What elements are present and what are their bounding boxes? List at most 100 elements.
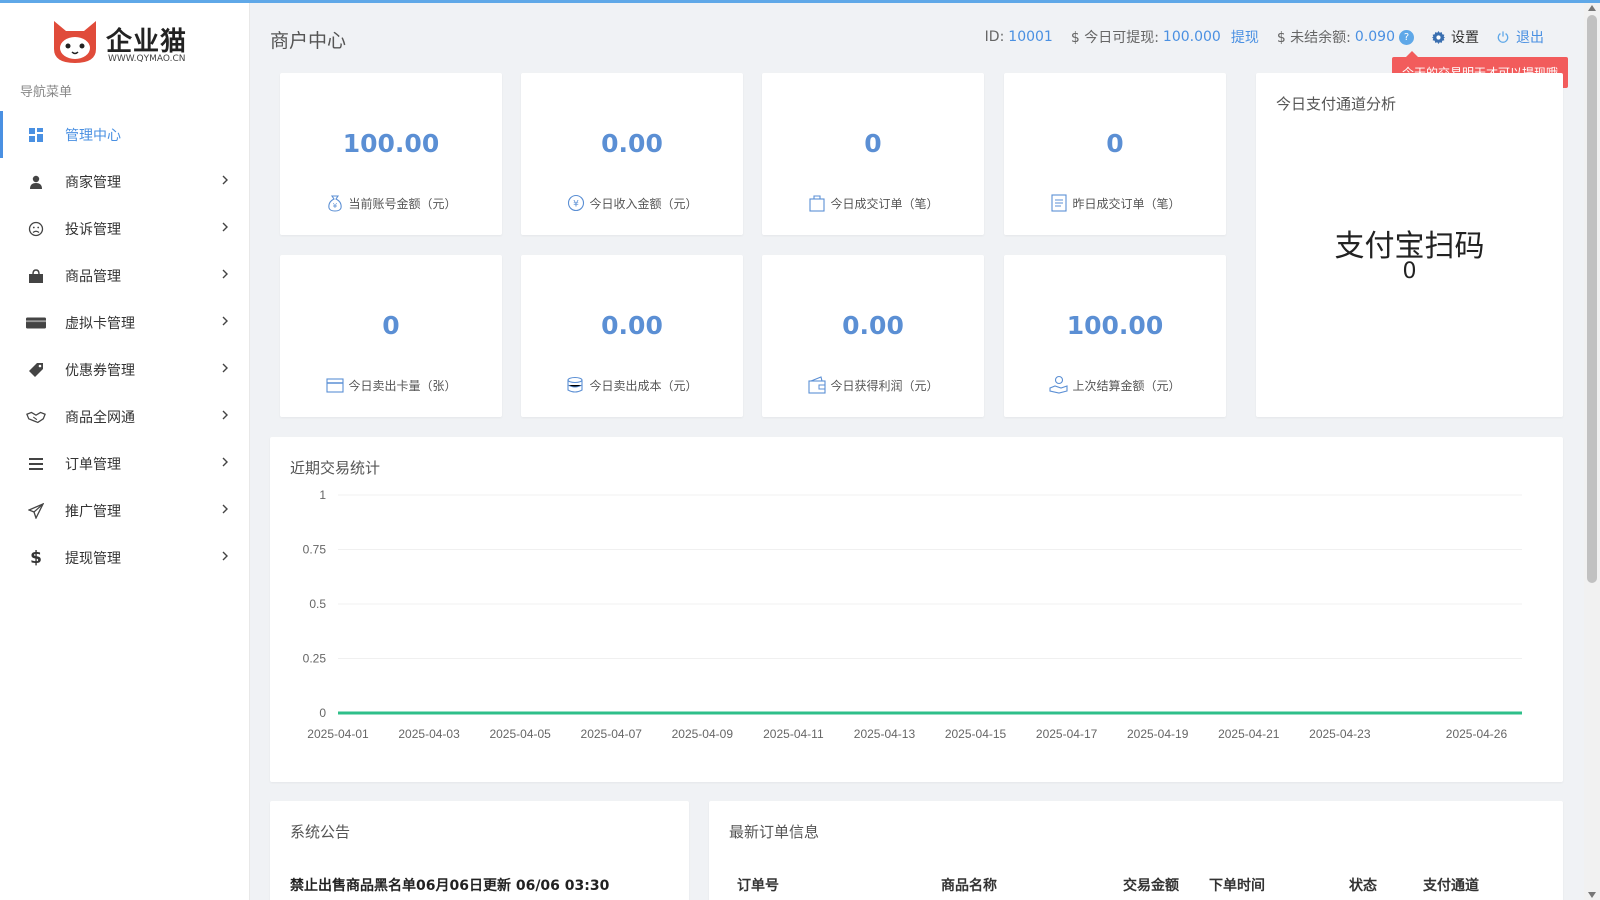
- stat-label: 今日收入金额（元）: [589, 196, 698, 211]
- stat-label-row: ¥ 当前账号金额（元）: [280, 193, 502, 213]
- sidebar-item-label: 虚拟卡管理: [65, 315, 135, 332]
- credit-card-icon: [26, 313, 46, 333]
- sidebar-item-products[interactable]: 商品管理: [0, 252, 249, 299]
- help-icon[interactable]: ?: [1399, 29, 1414, 45]
- scrollbar-thumb[interactable]: [1587, 15, 1597, 583]
- sidebar-item-label: 推广管理: [65, 503, 121, 520]
- logout-label: 退出: [1516, 30, 1544, 46]
- y-tick-label: 0.75: [303, 543, 327, 557]
- sidebar-item-label: 提现管理: [65, 550, 121, 567]
- stat-value: 100.00: [342, 129, 440, 158]
- sidebar-item-label: 商品全网通: [65, 409, 135, 426]
- coin-stack-icon: [567, 376, 584, 393]
- sidebar-item-network[interactable]: 商品全网通: [0, 393, 249, 440]
- orders-card: 最新订单信息 订单号 商品名称 交易金额 下单时间 状态 支付通道: [709, 801, 1563, 900]
- gear-icon: [1432, 30, 1445, 44]
- stat-card-yesterday-orders: 0 昨日成交订单（笔）: [1004, 73, 1226, 235]
- orders-table-header: 订单号 商品名称 交易金额 下单时间 状态 支付通道: [729, 875, 1543, 895]
- x-tick-label: 2025-04-19: [1127, 727, 1189, 741]
- col-product-name: 商品名称: [941, 878, 997, 894]
- stat-label-row: 上次结算金额（元）: [1004, 375, 1226, 395]
- x-tick-label: 2025-04-17: [1036, 727, 1098, 741]
- chevron-right-icon: [222, 410, 228, 420]
- stat-label-row: 今日获得利润（元）: [762, 375, 984, 395]
- merchant-id-label: ID:: [984, 29, 1005, 45]
- handshake-icon: [26, 407, 46, 427]
- merchant-id-value: 10001: [1008, 29, 1053, 45]
- scroll-down-arrow-icon[interactable]: [1588, 892, 1596, 898]
- x-tick-label: 2025-04-26: [1446, 727, 1508, 741]
- user-icon: [26, 172, 46, 192]
- page-title: 商户中心: [270, 30, 347, 52]
- scroll-up-arrow-icon[interactable]: [1588, 5, 1596, 11]
- stat-value: 0.00: [601, 311, 663, 340]
- stat-value: 0: [864, 129, 882, 158]
- sidebar-item-merchants[interactable]: 商家管理: [0, 158, 249, 205]
- withdrawable-value: 100.000: [1162, 29, 1221, 45]
- col-order-time: 下单时间: [1209, 878, 1265, 894]
- brand-logo[interactable]: 企业猫 WWW.QYMAO.CN: [50, 19, 200, 69]
- account-summary: ID: 10001 $ 今日可提现: 100.000 提现 $ 未结余额: 0.…: [985, 27, 1544, 47]
- stat-value: 0.00: [601, 129, 663, 158]
- sidebar-item-coupons[interactable]: 优惠券管理: [0, 346, 249, 393]
- stat-card-last-settlement: 100.00 上次结算金额（元）: [1004, 255, 1226, 417]
- page-scrollbar[interactable]: [1584, 3, 1600, 900]
- chevron-right-icon: [222, 222, 228, 232]
- card-icon: [326, 378, 345, 393]
- nav-menu: 管理中心 商家管理 投诉管理 商品管理 虚拟卡管理 优惠券管理 商品全网通 订单…: [0, 111, 249, 581]
- col-status: 状态: [1349, 878, 1377, 894]
- chevron-right-icon: [222, 316, 228, 326]
- stat-card-today-income: 0.00 ¥ 今日收入金额（元）: [521, 73, 743, 235]
- yuan-coin-icon: ¥: [568, 194, 585, 212]
- power-icon: [1497, 31, 1509, 43]
- x-tick-label: 2025-04-09: [672, 727, 734, 741]
- sidebar-item-dashboard[interactable]: 管理中心: [0, 111, 249, 158]
- stat-card-cards-sold: 0 今日卖出卡量（张）: [280, 255, 502, 417]
- sad-face-icon: [26, 219, 46, 239]
- notice-item[interactable]: 禁止出售商品黑名单06月06日更新 06/06 03:30: [290, 875, 609, 895]
- sidebar-item-label: 商家管理: [65, 174, 121, 191]
- chevron-right-icon: [222, 269, 228, 279]
- trend-chart: 0 0.25 0.5 0.75 1 2025-04-01 2025-04-03 2025-0…: [303, 488, 1522, 741]
- shopping-bag-icon: [26, 266, 46, 286]
- stat-card-balance: 100.00 ¥ 当前账号金额（元）: [280, 73, 502, 235]
- stat-label-row: 今日卖出卡量（张）: [280, 375, 502, 395]
- sidebar-item-label: 优惠券管理: [65, 362, 135, 379]
- stat-label-row: 今日卖出成本（元）: [521, 375, 743, 395]
- logout-button[interactable]: 退出: [1497, 27, 1544, 47]
- x-tick-label: 2025-04-23: [1309, 727, 1371, 741]
- settings-button[interactable]: 设置: [1432, 27, 1479, 47]
- sidebar-item-complaints[interactable]: 投诉管理: [0, 205, 249, 252]
- unsettled-label: $ 未结余额:: [1276, 30, 1351, 46]
- order-bag-icon: [809, 195, 826, 212]
- stat-label: 今日卖出成本（元）: [589, 378, 698, 393]
- stat-label: 上次结算金额（元）: [1072, 378, 1181, 393]
- channel-title: 今日支付通道分析: [1276, 95, 1397, 113]
- sidebar-item-withdrawals[interactable]: $ 提现管理: [0, 534, 249, 581]
- sidebar-item-promotion[interactable]: 推广管理: [0, 487, 249, 534]
- stat-label-row: ¥ 今日收入金额（元）: [521, 193, 743, 213]
- unsettled-value: 0.090: [1354, 29, 1395, 45]
- payment-channel-card: 今日支付通道分析 支付宝扫码 0: [1256, 73, 1563, 417]
- col-order-no: 订单号: [737, 878, 779, 894]
- sidebar-item-label: 商品管理: [65, 268, 121, 285]
- sidebar-item-label: 订单管理: [65, 456, 121, 473]
- x-tick-label: 2025-04-05: [489, 727, 551, 741]
- list-icon: [26, 454, 46, 474]
- withdraw-link[interactable]: 提现: [1231, 27, 1259, 47]
- x-tick-label: 2025-04-21: [1218, 727, 1280, 741]
- withdrawable-label: $ 今日可提现:: [1070, 30, 1159, 46]
- stat-value: 100.00: [1066, 311, 1164, 340]
- cat-logo-icon: [54, 21, 96, 63]
- sidebar-item-orders[interactable]: 订单管理: [0, 440, 249, 487]
- x-tick-label: 2025-04-13: [854, 727, 916, 741]
- stat-label-row: 今日成交订单（笔）: [762, 193, 984, 213]
- sidebar-item-virtual-cards[interactable]: 虚拟卡管理: [0, 299, 249, 346]
- y-tick-label: 0: [319, 706, 326, 720]
- dashboard-icon: [26, 125, 46, 145]
- svg-text:¥: ¥: [333, 202, 338, 210]
- brand-url: WWW.QYMAO.CN: [108, 54, 186, 64]
- orders-title: 最新订单信息: [729, 823, 820, 841]
- chevron-right-icon: [222, 551, 228, 561]
- nav-caption: 导航菜单: [20, 85, 73, 100]
